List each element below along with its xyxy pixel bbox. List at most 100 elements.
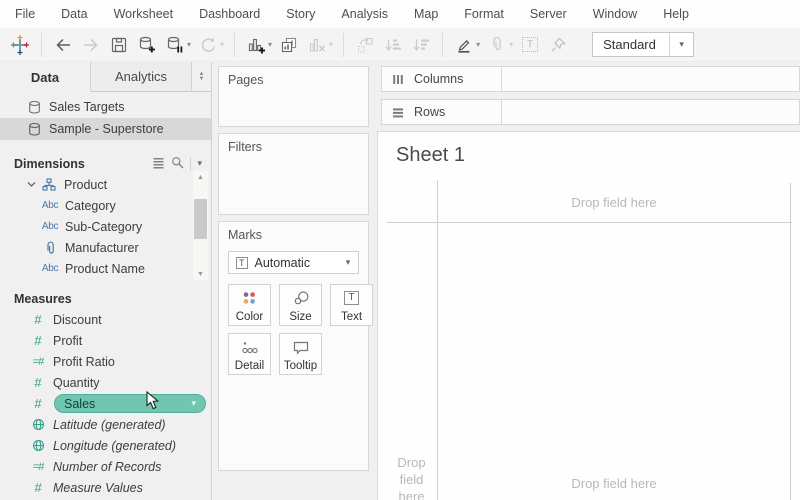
field-product-name[interactable]: Abc Product Name [0, 258, 191, 279]
duplicate-sheet-icon[interactable] [276, 32, 302, 58]
swap-rows-and-columns-icon [352, 32, 378, 58]
scrollbar-thumb[interactable] [194, 199, 207, 239]
new-data-source-icon[interactable] [134, 32, 160, 58]
menu-map[interactable]: Map [401, 7, 451, 21]
field-sales[interactable]: # Sales ▾ [0, 393, 211, 414]
undo-icon[interactable] [50, 32, 76, 58]
tooltip-button[interactable]: Tooltip [279, 333, 322, 375]
field-longitude-generated[interactable]: Longitude (generated) [0, 435, 211, 456]
sort-descending-icon [408, 32, 434, 58]
field-profit-ratio[interactable]: =# Profit Ratio [0, 351, 211, 372]
menu-dashboard[interactable]: Dashboard [186, 7, 273, 21]
field-label: Number of Records [53, 460, 161, 474]
rows-label: Rows [414, 105, 445, 119]
mark-type-value: Automatic [255, 256, 311, 270]
scrollbar-track[interactable] [193, 183, 208, 268]
columns-shelf-drop-area[interactable] [501, 66, 800, 92]
size-button[interactable]: Size [279, 284, 322, 326]
highlight-caret-icon[interactable]: ▾ [476, 40, 480, 49]
menu-story[interactable]: Story [273, 7, 328, 21]
rows-shelf-drop-area[interactable] [501, 99, 800, 125]
view-as-list-icon[interactable] [152, 156, 165, 172]
highlight-icon[interactable] [451, 32, 477, 58]
scroll-down-icon[interactable]: ▼ [197, 268, 204, 280]
menu-server[interactable]: Server [517, 7, 580, 21]
columns-shelf-label: Columns [381, 66, 502, 92]
redo-icon[interactable] [78, 32, 104, 58]
sales-field-pill[interactable]: Sales ▾ [54, 394, 206, 413]
view-mode-caret-icon[interactable]: ▾ [669, 33, 693, 56]
mark-type-caret-icon[interactable]: ▾ [338, 252, 358, 273]
pill-caret-icon[interactable]: ▾ [191, 398, 196, 409]
field-number-of-records[interactable]: =# Number of Records [0, 456, 211, 477]
new-worksheet-icon[interactable] [243, 32, 269, 58]
detail-dots-icon [240, 334, 260, 360]
text-button[interactable]: T Text [330, 284, 373, 326]
calculated-number-icon: =# [28, 461, 48, 473]
save-icon[interactable] [106, 32, 132, 58]
dimensions-scrollbar[interactable]: ▲ ▼ [193, 171, 208, 280]
field-label: Manufacturer [65, 241, 139, 255]
tableau-logo-icon[interactable] [7, 32, 33, 58]
menu-file[interactable]: File [2, 7, 48, 21]
run-auto-updates-icon [195, 32, 221, 58]
field-sub-category[interactable]: Abc Sub-Category [0, 216, 191, 237]
field-label: Category [65, 199, 116, 213]
detail-button[interactable]: Detail [228, 333, 271, 375]
drop-zone-rows[interactable]: Drop field here [386, 454, 437, 500]
field-category[interactable]: Abc Category [0, 195, 191, 216]
number-icon: # [28, 312, 48, 327]
field-discount[interactable]: # Discount [0, 309, 211, 330]
field-latitude-generated[interactable]: Latitude (generated) [0, 414, 211, 435]
scroll-up-icon[interactable]: ▲ [197, 171, 204, 183]
clear-sheet-caret-icon: ▾ [329, 40, 333, 49]
field-profit[interactable]: # Profit [0, 330, 211, 351]
data-source-sample-superstore[interactable]: Sample - Superstore [0, 118, 211, 140]
clear-sheet-icon [304, 32, 330, 58]
mouse-cursor [146, 391, 160, 413]
dimensions-menu-caret-icon[interactable]: ▾ [197, 158, 202, 169]
menu-window[interactable]: Window [580, 7, 650, 21]
worksheet-canvas: Sheet 1 Drop field here Drop field here … [377, 131, 800, 500]
tab-analytics[interactable]: Analytics [90, 62, 192, 92]
field-quantity[interactable]: # Quantity [0, 372, 211, 393]
view-mode-select[interactable]: Standard ▾ [592, 32, 694, 57]
pages-shelf[interactable]: Pages [218, 66, 369, 127]
tooltip-label: Tooltip [284, 360, 317, 372]
number-icon: # [28, 375, 48, 390]
collapse-pane-icon[interactable]: ▲ ▼ [192, 62, 211, 92]
color-dots-icon [240, 285, 259, 311]
data-source-sales-targets[interactable]: Sales Targets [0, 96, 211, 118]
view-mode-value: Standard [593, 33, 669, 56]
field-manufacturer[interactable]: Manufacturer [0, 237, 191, 258]
filters-shelf[interactable]: Filters [218, 133, 369, 215]
chevron-down-icon[interactable] [24, 179, 39, 190]
menu-data[interactable]: Data [48, 7, 100, 21]
view-area: Columns Rows Sheet 1 Drop field here [375, 62, 800, 500]
menu-worksheet[interactable]: Worksheet [101, 7, 187, 21]
grid-horizontal-line [387, 222, 792, 223]
number-icon: # [28, 333, 48, 348]
menu-format[interactable]: Format [451, 7, 517, 21]
field-product[interactable]: Product [0, 174, 191, 195]
menu-analysis[interactable]: Analysis [328, 7, 401, 21]
toolbar-separator [343, 33, 344, 57]
menu-help[interactable]: Help [650, 7, 702, 21]
pause-auto-updates-icon[interactable] [162, 32, 188, 58]
field-measure-values[interactable]: # Measure Values [0, 477, 211, 498]
database-icon [28, 100, 41, 115]
text-label: Text [341, 311, 362, 323]
field-label: Sales [64, 397, 95, 411]
pause-auto-updates-caret-icon[interactable]: ▾ [187, 40, 191, 49]
find-field-icon[interactable] [171, 156, 184, 172]
new-worksheet-caret-icon[interactable]: ▾ [268, 40, 272, 49]
tab-data[interactable]: Data [0, 62, 90, 92]
color-button[interactable]: Color [228, 284, 271, 326]
drop-zone-columns[interactable]: Drop field here [438, 195, 790, 210]
globe-icon [28, 418, 48, 431]
field-label: Product Name [65, 262, 145, 276]
mark-type-select[interactable]: T Automatic ▾ [228, 251, 359, 274]
drop-zone-body[interactable]: Drop field here [438, 476, 790, 491]
size-circles-icon [292, 285, 310, 311]
toolbar-separator [41, 33, 42, 57]
